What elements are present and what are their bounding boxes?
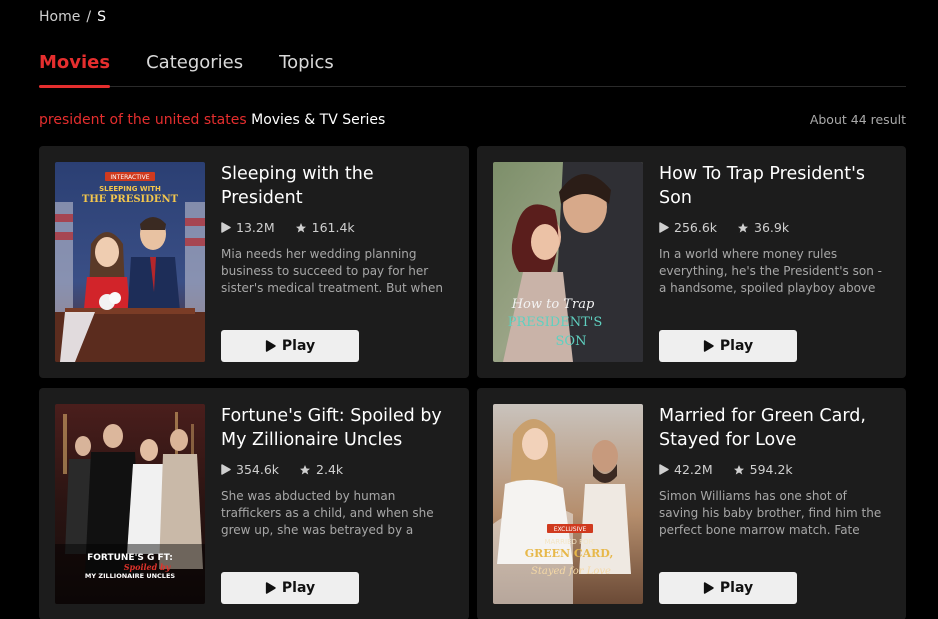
star-icon [733,464,744,474]
svg-text:PRESIDENT'S: PRESIDENT'S [508,315,603,330]
views-count: 256.6k [674,220,718,235]
star-icon [295,222,306,232]
views-count: 13.2M [236,220,275,235]
poster-image[interactable]: INTERACTIVE SLEEPING WITH THE PRESIDENT [55,162,205,362]
play-icon [221,464,231,475]
card-title[interactable]: Married for Green Card, Stayed for Love [659,404,888,452]
card-info: Married for Green Card, Stayed for Love … [659,404,888,539]
card-stats: 354.6k 2.4k [221,462,451,477]
poster-image[interactable]: EXCLUSIVE MARRIED FOR GREEN CARD, Stayed… [493,404,643,604]
card-description: Simon Williams has one shot of saving hi… [659,489,882,537]
card-description: In a world where money rules everything,… [659,247,882,295]
play-button[interactable]: Play [659,572,797,604]
play-button[interactable]: Play [659,330,797,362]
play-icon [659,222,669,233]
svg-text:Stayed for Love: Stayed for Love [531,566,611,577]
svg-text:How to Trap: How to Trap [511,297,595,312]
play-icon [265,340,276,352]
search-summary: president of the united states Movies & … [39,112,385,128]
svg-text:MARRIED FOR: MARRIED FOR [544,538,593,546]
star-icon [300,464,311,474]
card-stats: 13.2M 161.4k [221,220,451,235]
search-suffix: Movies & TV Series [251,112,386,128]
views-stat: 13.2M [221,220,275,235]
svg-text:INTERACTIVE: INTERACTIVE [110,174,149,181]
card-stats: 256.6k 36.9k [659,220,888,235]
result-count: About 44 result [809,112,906,127]
breadcrumb: Home / S [39,9,106,25]
views-count: 354.6k [236,462,280,477]
likes-stat: 2.4k [299,462,343,477]
search-query: president of the united states [39,112,247,128]
play-icon [703,582,714,594]
svg-text:GREEN CARD,: GREEN CARD, [525,547,614,560]
likes-stat: 36.9k [737,220,789,235]
svg-text:THE PRESIDENT: THE PRESIDENT [82,194,179,205]
likes-count: 2.4k [316,462,344,477]
play-icon [221,222,231,233]
play-icon [265,582,276,594]
card-info: Sleeping with the President 13.2M 161.4k… [221,162,451,297]
svg-text:SON: SON [556,334,587,349]
star-icon [738,222,749,232]
play-button-label: Play [719,580,754,596]
play-icon [659,464,669,475]
svg-text:EXCLUSIVE: EXCLUSIVE [554,526,587,533]
play-button-label: Play [281,580,316,596]
result-card: INTERACTIVE SLEEPING WITH THE PRESIDENT … [39,146,469,378]
svg-text:MY ZILLIONAIRE UNCLES: MY ZILLIONAIRE UNCLES [85,572,175,580]
tab-topics[interactable]: Topics [279,52,334,87]
result-card: EXCLUSIVE MARRIED FOR GREEN CARD, Stayed… [477,388,906,619]
play-button-label: Play [281,338,316,354]
svg-text:SLEEPING WITH: SLEEPING WITH [99,185,161,193]
card-title[interactable]: Sleeping with the President [221,162,451,210]
result-card: FORTUNE'S G FT: Spoiled by MY ZILLIONAIR… [39,388,469,619]
results-grid: INTERACTIVE SLEEPING WITH THE PRESIDENT … [39,146,906,619]
card-title[interactable]: How To Trap President's Son [659,162,888,210]
views-stat: 354.6k [221,462,279,477]
card-description: Mia needs her wedding planning business … [221,247,443,295]
tab-movies[interactable]: Movies [39,52,111,88]
card-description: She was abducted by human traffickers as… [221,489,434,537]
likes-count: 36.9k [754,220,790,235]
likes-stat: 161.4k [295,220,355,235]
likes-count: 161.4k [311,220,355,235]
breadcrumb-home[interactable]: Home [39,9,80,25]
views-stat: 256.6k [659,220,717,235]
tab-bar: Movies Categories Topics [39,52,906,88]
card-info: How To Trap President's Son 256.6k 36.9k… [659,162,888,297]
card-info: Fortune's Gift: Spoiled by My Zillionair… [221,404,451,539]
play-button[interactable]: Play [221,572,359,604]
play-button[interactable]: Play [221,330,359,362]
svg-text:Spoiled by: Spoiled by [124,562,172,572]
poster-image[interactable]: How to Trap PRESIDENT'S SON [493,162,643,362]
play-button-label: Play [719,338,754,354]
views-stat: 42.2M [659,462,713,477]
breadcrumb-current: S [97,9,106,25]
tab-categories[interactable]: Categories [146,52,243,87]
views-count: 42.2M [674,462,713,477]
play-icon [703,340,714,352]
likes-stat: 594.2k [733,462,793,477]
result-card: How to Trap PRESIDENT'S SON How To Trap … [477,146,906,378]
breadcrumb-separator: / [86,9,92,25]
poster-image[interactable]: FORTUNE'S G FT: Spoiled by MY ZILLIONAIR… [55,404,205,604]
card-title[interactable]: Fortune's Gift: Spoiled by My Zillionair… [221,404,451,452]
card-stats: 42.2M 594.2k [659,462,888,477]
likes-count: 594.2k [749,462,793,477]
